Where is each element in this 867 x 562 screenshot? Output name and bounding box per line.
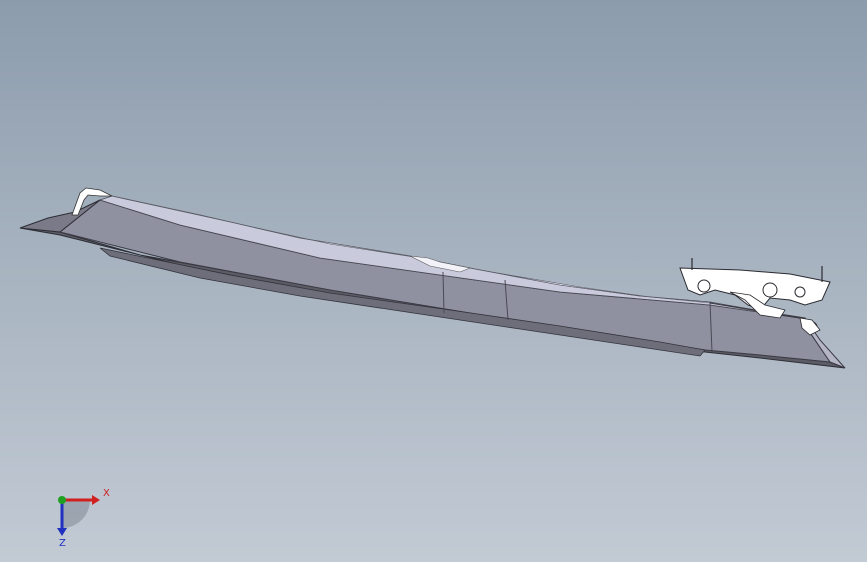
triad-shadow xyxy=(62,500,90,528)
graphics-viewport[interactable]: X Z xyxy=(0,0,867,562)
x-axis-arrow xyxy=(92,495,100,505)
z-axis-arrow xyxy=(57,528,67,536)
orientation-triad: X Z xyxy=(57,488,110,549)
3d-model[interactable] xyxy=(0,0,867,562)
y-axis-dot xyxy=(58,496,66,504)
x-axis-label: X xyxy=(103,488,110,499)
z-axis-label: Z xyxy=(59,538,66,549)
